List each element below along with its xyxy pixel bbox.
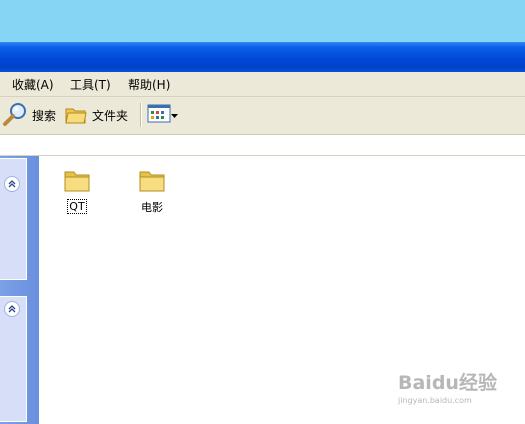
toolbar: 搜索 文件夹 [0, 97, 525, 135]
menu-bar: 收藏(A) 工具(T) 帮助(H) [0, 72, 525, 97]
views-dropdown-arrow-icon[interactable] [171, 108, 178, 122]
views-button[interactable] [147, 102, 178, 128]
menu-help[interactable]: 帮助(H) [128, 76, 170, 93]
menu-tools[interactable]: 工具(T) [70, 76, 111, 93]
watermark: Baidu经验 jingyan.baidu.com [398, 368, 498, 412]
chevron-up-icon [8, 302, 16, 316]
watermark-url: jingyan.baidu.com [398, 396, 472, 405]
address-bar[interactable] [0, 135, 525, 156]
desktop-background [0, 0, 525, 42]
chevron-up-icon [8, 177, 16, 191]
toolbar-separator [140, 103, 142, 127]
folders-label: 文件夹 [92, 108, 129, 123]
search-icon [2, 101, 28, 130]
task-panel-1 [0, 158, 27, 280]
folder-icon [62, 171, 92, 197]
folder-icon [64, 102, 88, 129]
views-icon [147, 103, 171, 128]
window-title-bar[interactable] [0, 42, 525, 72]
watermark-title: Baidu经验 [398, 372, 497, 394]
task-pane [0, 156, 39, 424]
search-label: 搜索 [32, 108, 57, 123]
collapse-button-2[interactable] [4, 301, 20, 317]
folder-name: 电影 [141, 201, 163, 214]
folder-icon [137, 171, 167, 197]
folder-item-movies[interactable]: 电影 [127, 166, 177, 215]
folder-item-qt[interactable]: QT [52, 166, 102, 214]
search-button[interactable]: 搜索 [2, 102, 56, 128]
task-panel-2 [0, 296, 27, 422]
folder-name: QT [67, 199, 87, 214]
collapse-button-1[interactable] [4, 176, 20, 192]
menu-favorites[interactable]: 收藏(A) [12, 76, 54, 93]
folders-button[interactable]: 文件夹 [64, 102, 128, 128]
